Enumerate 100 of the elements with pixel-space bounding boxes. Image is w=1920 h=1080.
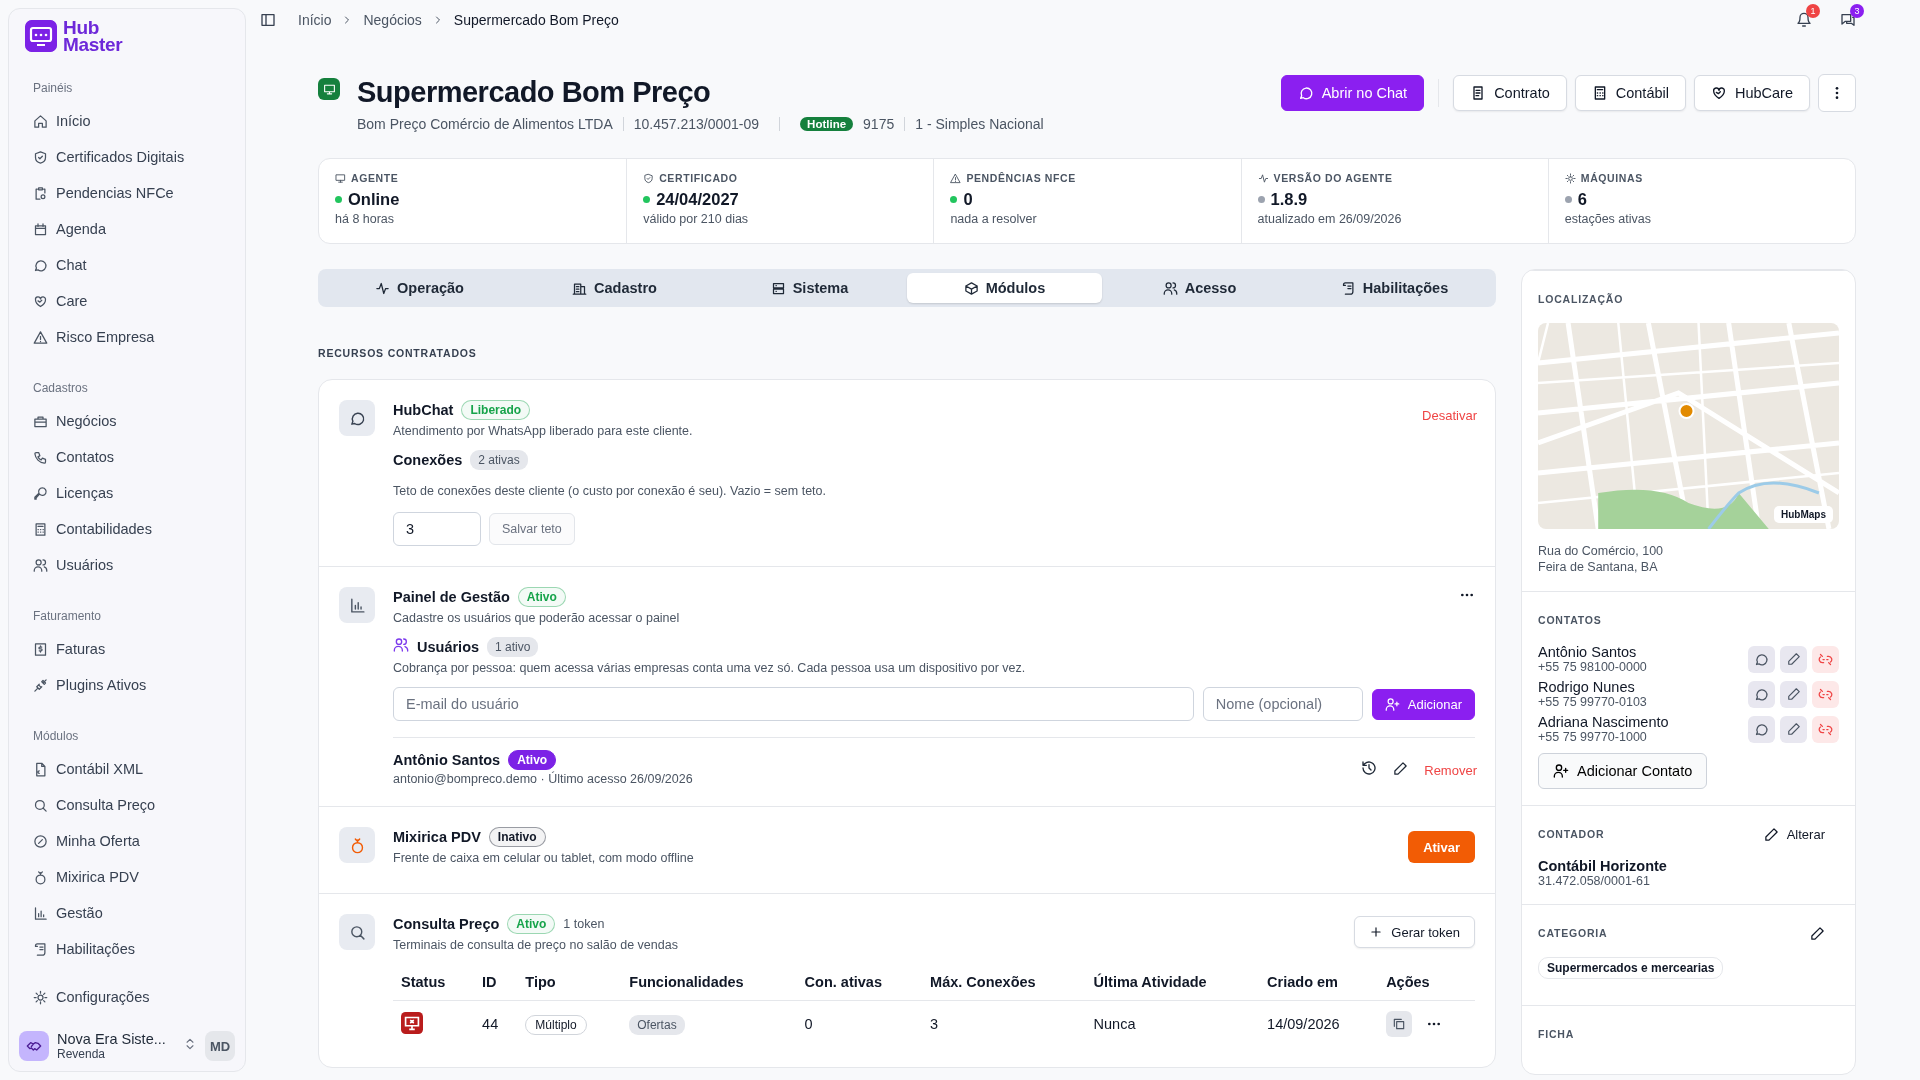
open-chat-button[interactable]: Abrir no Chat [1280, 75, 1425, 111]
calendar-icon [33, 221, 48, 237]
user-plus-icon [1553, 763, 1569, 779]
column-header: Máx. Conexões [922, 964, 1086, 1001]
unlink-button[interactable] [1812, 645, 1839, 673]
sidebar-item[interactable]: Risco Empresa [21, 319, 233, 355]
user-avatar[interactable]: MD [205, 1031, 235, 1061]
map-attribution: HubMaps [1774, 506, 1833, 523]
plus-icon [1369, 925, 1384, 939]
users-icon [393, 637, 409, 653]
tab[interactable]: Habilitações [1297, 273, 1492, 303]
sidebar-item[interactable]: Início [21, 103, 233, 139]
sidebar-item[interactable]: Faturas [21, 631, 233, 667]
sidebar-item[interactable]: Contatos [21, 439, 233, 475]
unlink-button[interactable] [1812, 715, 1839, 743]
unlink-button[interactable] [1812, 680, 1839, 708]
sidebar-item[interactable]: Consulta Preço [21, 787, 233, 823]
sidebar-item[interactable]: Contábil XML [21, 751, 233, 787]
module-name: Painel de Gestão [393, 589, 510, 605]
sidebar-item[interactable]: Certificados Digitais [21, 139, 233, 175]
box-icon [963, 280, 979, 296]
edit-button[interactable] [1780, 645, 1807, 673]
edit-icon [1393, 760, 1409, 776]
settings-icon [33, 989, 48, 1005]
warning-icon [950, 172, 962, 184]
sidebar-item[interactable]: Pendencias NFCe [21, 175, 233, 211]
section-title: CONTATOS [1538, 614, 1602, 626]
message-button[interactable] [1748, 680, 1775, 708]
chat-icon [1754, 651, 1769, 667]
user-name: Antônio Santos [393, 752, 501, 768]
action-button[interactable]: Contábil [1574, 75, 1686, 111]
hotline-badge: Hotline [800, 117, 854, 131]
sidebar-item[interactable]: Usuários [21, 547, 233, 583]
stat-value: 0 [963, 190, 973, 209]
server-icon [770, 280, 786, 296]
tab[interactable]: Módulos [907, 273, 1102, 303]
sidebar-item[interactable]: Gestão [21, 895, 233, 931]
sidebar-item[interactable]: Plugins Ativos [21, 667, 233, 703]
bar-chart-icon [348, 596, 366, 614]
name-field[interactable]: Nome (opcional) [1202, 687, 1363, 721]
sidebar-item[interactable]: Agenda [21, 211, 233, 247]
unlink-icon [1818, 651, 1833, 667]
message-button[interactable] [1748, 645, 1775, 673]
breadcrumb-item[interactable]: Negócios [363, 12, 422, 28]
home-icon [33, 113, 48, 129]
copy-button[interactable] [1386, 1011, 1413, 1037]
scroll-icon [33, 941, 48, 957]
sidebar-item[interactable]: Licenças [21, 475, 233, 511]
sidebar-item[interactable]: Contabilidades [21, 511, 233, 547]
module-description: Terminais de consulta de preço no salão de vendas [393, 938, 679, 952]
sidebar-item[interactable]: Chat [21, 247, 233, 283]
edit-icon [1786, 652, 1801, 666]
nav-section-title: Faturamento [32, 608, 103, 625]
sidebar-item[interactable]: Minha Oferta [21, 823, 233, 859]
warning-icon [33, 329, 48, 345]
action-button[interactable]: HubCare [1693, 75, 1810, 111]
message-button[interactable] [1748, 715, 1775, 743]
generate-token-button[interactable]: Gerar token [1354, 916, 1475, 948]
action-button[interactable]: Contrato [1453, 75, 1567, 111]
module-name: HubChat [393, 402, 454, 418]
tab[interactable]: Acesso [1102, 273, 1297, 303]
add-user-button[interactable]: Adicionar [1371, 688, 1475, 720]
sidebar-item[interactable]: Configurações [21, 979, 233, 1015]
breadcrumb-item[interactable]: Início [298, 12, 332, 28]
contact-phone: +55 75 98100-0000 [1538, 660, 1648, 674]
chat-icon [33, 257, 48, 273]
contact-name: Rodrigo Nunes [1538, 679, 1636, 695]
status-badge: Liberado [461, 400, 531, 420]
edit-button[interactable] [1780, 680, 1807, 708]
stat-label: CERTIFICADO [659, 172, 738, 184]
edit-button[interactable] [1780, 715, 1807, 743]
add-contact-button[interactable]: Adicionar Contato [1538, 753, 1708, 789]
table-cell: 3 [922, 1000, 1086, 1047]
change-link[interactable]: Alterar [1763, 826, 1825, 842]
stat-note: válido por 210 dias [643, 212, 750, 226]
address-line: Feira de Santana, BA [1538, 559, 1659, 575]
sidebar-item[interactable]: Mixirica PDV [21, 859, 233, 895]
email-field[interactable]: E-mail do usuário [393, 687, 1194, 721]
sidebar-item[interactable]: Care [21, 283, 233, 319]
copy-icon [1392, 1017, 1407, 1031]
legal-name: Bom Preço Comércio de Alimentos LTDA [357, 116, 613, 132]
column-header: Ações [1378, 964, 1475, 1001]
logo-icon [25, 20, 57, 52]
feature-tag: Ofertas [629, 1015, 685, 1035]
remove-link[interactable]: Remover [1424, 758, 1477, 782]
connections-hint: Teto de conexões deste cliente (o custo por conexão é seu). Vazio = sem teto. [393, 484, 827, 498]
save-limit-button[interactable]: Salvar teto [489, 513, 575, 545]
tab[interactable]: Sistema [712, 273, 907, 303]
sidebar-item[interactable]: Habilitações [21, 931, 233, 967]
tab[interactable]: Operação [322, 273, 517, 303]
stat-label: VERSÃO DO AGENTE [1273, 172, 1393, 184]
deactivate-link[interactable]: Desativar [1422, 404, 1477, 427]
sidebar-item[interactable]: Negócios [21, 403, 233, 439]
plug-icon [33, 677, 48, 693]
tab[interactable]: Cadastro [517, 273, 712, 303]
shield-icon [33, 149, 48, 165]
logo-text: Hub [63, 19, 101, 36]
stat-note: nada a resolver [950, 212, 1038, 226]
connection-limit-field[interactable]: 3 [393, 512, 481, 546]
module-description: Frente de caixa em celular ou tablet, com modo offline [393, 851, 695, 865]
